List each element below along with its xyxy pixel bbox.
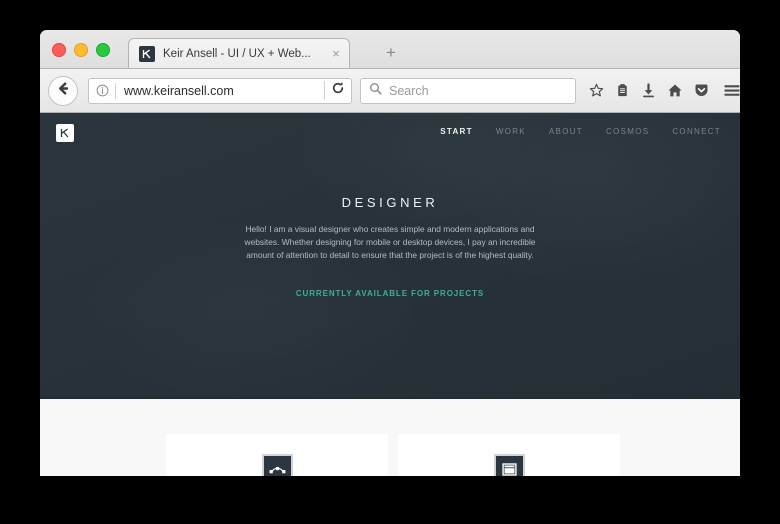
browser-tab-active[interactable]: Keir Ansell - UI / UX + Web... × <box>128 38 350 68</box>
nav-item-cosmos[interactable]: COSMOS <box>606 127 649 136</box>
hero-description: Hello! I am a visual designer who create… <box>244 224 536 260</box>
info-icon[interactable] <box>89 84 115 97</box>
bookmark-star-icon[interactable] <box>589 83 604 98</box>
cards-section <box>40 399 740 476</box>
search-icon <box>369 82 382 100</box>
traffic-lights <box>52 43 110 57</box>
reload-icon <box>331 81 345 100</box>
hero-section: START WORK ABOUT COSMOS CONNECT DESIGNER… <box>40 113 740 399</box>
card-design[interactable] <box>166 434 388 476</box>
home-icon[interactable] <box>667 83 683 98</box>
back-button[interactable] <box>48 75 78 106</box>
reading-list-icon[interactable] <box>615 83 630 98</box>
bezier-curve-icon <box>261 454 293 476</box>
close-icon[interactable]: × <box>329 47 343 61</box>
close-window-button[interactable] <box>52 43 66 57</box>
url-text[interactable]: www.keiransell.com <box>116 84 324 98</box>
navigation-toolbar: www.keiransell.com Search <box>40 69 740 113</box>
downloads-icon[interactable] <box>641 83 656 98</box>
pocket-icon[interactable] <box>694 83 709 98</box>
search-bar[interactable]: Search <box>360 77 576 104</box>
search-input-placeholder[interactable]: Search <box>389 84 429 98</box>
hamburger-menu-icon[interactable] <box>723 83 740 98</box>
reload-button[interactable] <box>324 81 351 100</box>
nav-item-connect[interactable]: CONNECT <box>672 127 721 136</box>
toolbar-icons <box>589 83 709 98</box>
tab-title: Keir Ansell - UI / UX + Web... <box>163 47 311 60</box>
card-web[interactable] <box>398 434 620 476</box>
site-navigation: START WORK ABOUT COSMOS CONNECT <box>440 127 721 136</box>
back-arrow-icon <box>56 81 71 101</box>
nav-item-about[interactable]: ABOUT <box>549 127 583 136</box>
browser-window: Keir Ansell - UI / UX + Web... × + www.k… <box>40 30 740 476</box>
site-logo[interactable] <box>56 124 74 142</box>
nav-item-start[interactable]: START <box>440 127 473 136</box>
tab-favicon-icon <box>139 45 155 62</box>
zoom-window-button[interactable] <box>96 43 110 57</box>
hero-title: DESIGNER <box>341 195 439 210</box>
browser-window-icon <box>493 454 525 476</box>
title-bar: Keir Ansell - UI / UX + Web... × + <box>40 30 740 69</box>
address-bar[interactable]: www.keiransell.com <box>88 77 352 104</box>
nav-item-work[interactable]: WORK <box>496 127 526 136</box>
hero-content: DESIGNER Hello! I am a visual designer w… <box>40 195 740 301</box>
availability-cta[interactable]: CURRENTLY AVAILABLE FOR PROJECTS <box>296 289 484 298</box>
page-viewport: START WORK ABOUT COSMOS CONNECT DESIGNER… <box>40 113 740 476</box>
minimize-window-button[interactable] <box>74 43 88 57</box>
new-tab-button[interactable]: + <box>382 44 400 62</box>
